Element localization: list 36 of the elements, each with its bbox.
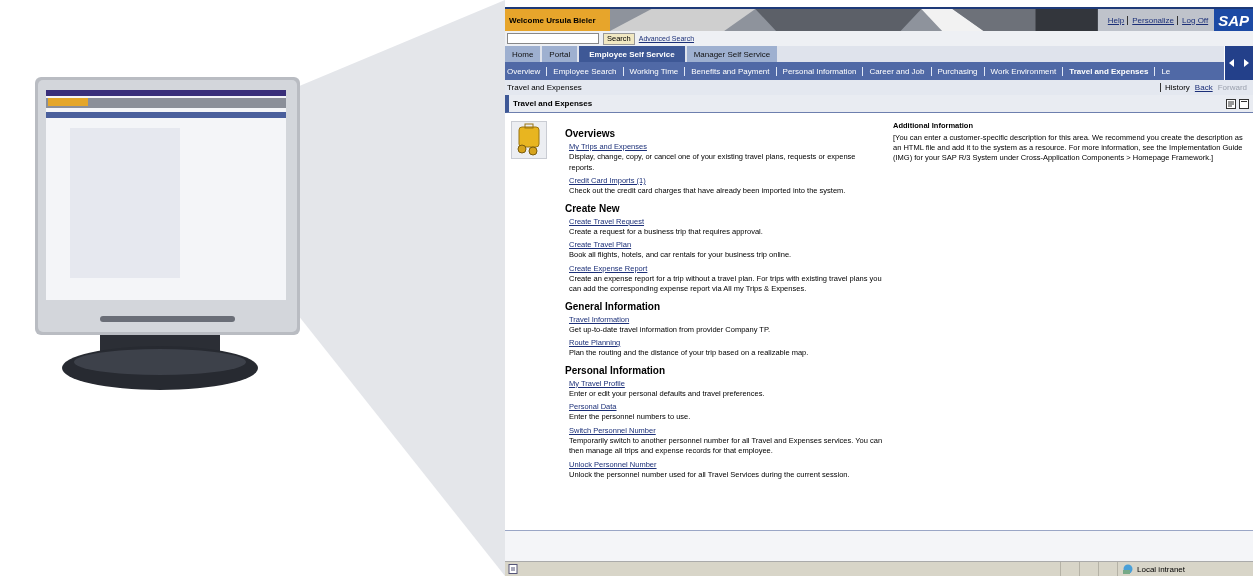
- header-link[interactable]: Personalize: [1127, 15, 1175, 25]
- scroll-right-icon[interactable]: [1243, 59, 1249, 67]
- section-heading: General Information: [565, 300, 661, 312]
- section-heading: Overviews: [565, 128, 617, 139]
- subnav-item[interactable]: Benefits and Payment: [684, 66, 770, 76]
- subnav-item[interactable]: Le: [1154, 66, 1171, 76]
- section-heading: Personal Information: [565, 364, 666, 376]
- list-icon[interactable]: [1226, 98, 1236, 109]
- subnav-item[interactable]: Employee Search: [546, 66, 617, 76]
- page-title: Travel and Expenses: [507, 83, 582, 92]
- subnav-item[interactable]: Purchasing: [930, 66, 978, 76]
- logo: SAP: [1214, 9, 1253, 31]
- search-field[interactable]: [507, 33, 599, 44]
- welcome-text: Welcome Ursula Bieler: [505, 9, 610, 31]
- tab[interactable]: Portal: [542, 46, 578, 62]
- network-icon: [1122, 564, 1134, 574]
- header-link[interactable]: Help: [1107, 15, 1125, 25]
- history-menu[interactable]: History: [1159, 83, 1190, 92]
- zone-text: Local intranet: [1137, 564, 1186, 574]
- subnav-item[interactable]: Travel and Expenses: [1062, 66, 1149, 76]
- pane-title: Travel and Expenses: [513, 99, 593, 108]
- nav-link[interactable]: Back: [1194, 83, 1213, 92]
- subnav-item[interactable]: Work Environment: [983, 66, 1057, 76]
- tab[interactable]: Employee Self Service: [579, 46, 685, 62]
- minimize-icon[interactable]: [1239, 98, 1249, 109]
- section-heading: Create New: [565, 202, 621, 214]
- subnav-item[interactable]: Working Time: [622, 66, 679, 76]
- tab[interactable]: Home: [505, 46, 541, 62]
- header-link[interactable]: Log Off: [1177, 15, 1209, 25]
- suitcase-icon: [511, 121, 547, 159]
- tab[interactable]: Manager Self Service: [686, 46, 778, 62]
- subnav-item[interactable]: Career and Job: [862, 66, 925, 76]
- scroll-left-icon[interactable]: [1229, 59, 1235, 67]
- subnav-item[interactable]: Personal Information: [775, 66, 857, 76]
- subnav-item[interactable]: Overview: [507, 66, 541, 76]
- page-icon: [508, 564, 518, 574]
